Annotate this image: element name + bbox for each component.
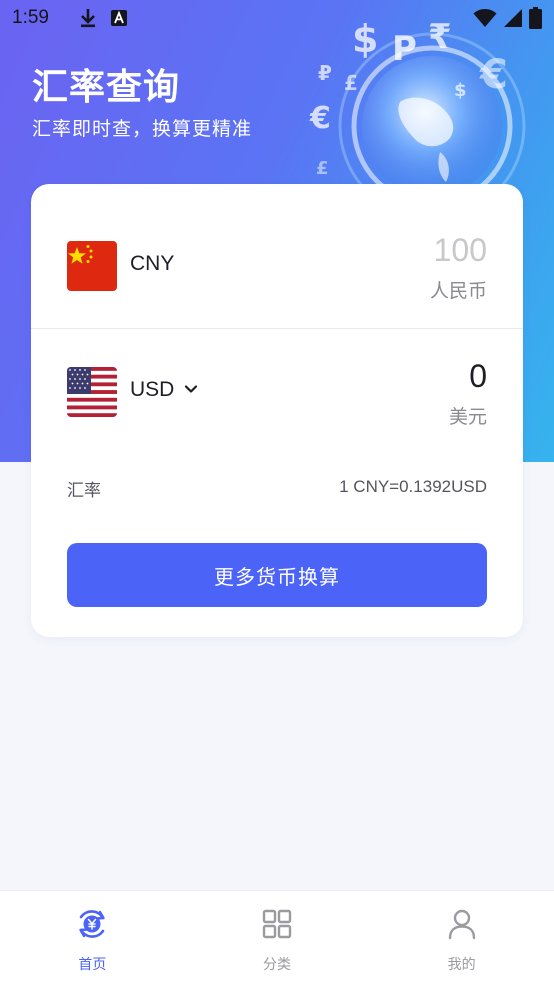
svg-text:€: €: [479, 52, 508, 98]
svg-text:$: $: [454, 80, 467, 101]
svg-text:£: £: [316, 158, 329, 179]
from-currency-name: 人民币: [429, 280, 487, 302]
tab-mine-label: 我的: [447, 957, 476, 973]
download-icon: [80, 9, 95, 28]
person-icon: [448, 909, 475, 940]
svg-text:₽: ₽: [318, 61, 332, 85]
page-title: 汇率查询: [32, 67, 181, 108]
svg-text:£: £: [344, 71, 358, 95]
divider: [31, 328, 523, 329]
status-bar: 1:59: [0, 0, 554, 36]
bottom-tab-bar: 首页 分类 我的: [0, 890, 554, 984]
globe-currency-illustration: $ P ₹ € ₽ £ € $ £: [309, 17, 526, 210]
tab-home[interactable]: 首页: [0, 891, 185, 984]
to-currency-row[interactable]: USD 0 美元: [31, 342, 523, 442]
more-currency-button[interactable]: 更多货币换算: [67, 543, 487, 607]
wifi-icon: [473, 9, 497, 27]
svg-text:€: €: [309, 101, 331, 136]
china-flag-icon: [67, 241, 117, 291]
to-amount-value: 0: [469, 358, 487, 394]
chevron-down-icon[interactable]: [183, 381, 199, 397]
battery-icon: [529, 7, 542, 29]
to-currency-name: 美元: [448, 406, 487, 428]
converter-card: CNY 100 人民币 USD 0 美元 汇率 1 CNY=0.1392USD …: [31, 184, 523, 637]
rate-label: 汇率: [67, 481, 101, 501]
app-a-icon: [110, 10, 127, 26]
from-currency-row[interactable]: CNY 100 人民币: [31, 216, 523, 316]
tab-home-label: 首页: [78, 957, 107, 973]
tab-mine[interactable]: 我的: [369, 891, 554, 984]
signal-icon: [504, 9, 522, 27]
from-amount-input[interactable]: 100: [434, 232, 487, 269]
tab-category[interactable]: 分类: [185, 891, 370, 984]
usa-flag-icon: [67, 367, 117, 417]
from-currency-code: CNY: [130, 252, 175, 275]
status-time: 1:59: [12, 7, 49, 28]
page-subtitle: 汇率即时查，换算更精准: [32, 118, 253, 140]
grid-icon: [262, 909, 292, 939]
rate-value: 1 CNY=0.1392USD: [339, 477, 487, 496]
tab-category-label: 分类: [263, 957, 291, 973]
to-currency-selector[interactable]: USD: [130, 378, 174, 402]
currency-exchange-icon: [79, 910, 106, 938]
